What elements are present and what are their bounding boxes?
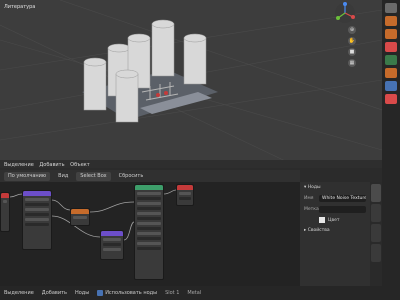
color-row: Цвет	[300, 215, 370, 225]
3d-viewport[interactable]: Литература ⊕ ✋ ■ ▦ Выделение Добавить Об…	[0, 0, 382, 168]
pan-hand-icon[interactable]: ✋	[348, 37, 356, 45]
node-socket-row	[137, 222, 161, 225]
node-socket-row	[73, 216, 87, 219]
tab-node[interactable]	[371, 184, 381, 202]
node-editor-canvas[interactable]	[0, 182, 300, 286]
node-principled-bsdf[interactable]	[134, 184, 164, 280]
node-socket-row	[103, 243, 121, 246]
node-header-bar	[135, 185, 163, 190]
tab-options[interactable]	[371, 244, 381, 262]
use-nodes-label: Использовать ноды	[105, 290, 158, 296]
menu-object[interactable]: Объект	[70, 162, 90, 168]
navigation-gizmo-icon[interactable]	[334, 2, 356, 24]
select-box-tool[interactable]: Select Box	[76, 171, 111, 181]
node-socket-row	[25, 203, 49, 206]
node-texture[interactable]	[22, 190, 52, 250]
scene-icon[interactable]	[385, 42, 397, 52]
node-header-bar	[1, 193, 9, 198]
grid-icon[interactable]: ▦	[348, 59, 356, 67]
node-socket-row	[103, 238, 121, 241]
checkbox-icon	[97, 289, 104, 296]
node-name-field[interactable]: White Noise Texture	[319, 195, 366, 202]
modifier-icon[interactable]	[385, 81, 397, 91]
camera-icon[interactable]: ■	[348, 48, 356, 56]
section-props-header[interactable]: ▸ Свойства	[300, 225, 370, 236]
node-socket-row	[25, 223, 49, 226]
node-sidebar: ▾ Ноды Имя White Noise Texture Метка Цве…	[300, 182, 370, 286]
menu-view[interactable]: Вид	[58, 170, 68, 182]
mode-dropdown[interactable]: По умолчанию	[4, 171, 51, 181]
tab-view[interactable]	[371, 224, 381, 242]
world-icon[interactable]	[385, 55, 397, 65]
node-editor-footer: Выделение Добавить Ноды Использовать нод…	[0, 286, 382, 300]
name-label: Имя	[304, 196, 314, 201]
section-node-header[interactable]: ▾ Ноды	[300, 182, 370, 193]
node-socket-row	[137, 242, 161, 245]
node-socket-row	[3, 200, 7, 203]
material-icon[interactable]	[385, 94, 397, 104]
node-socket-row	[103, 248, 121, 251]
node-socket-row	[137, 202, 161, 205]
node-socket-row	[137, 212, 161, 215]
zoom-icon[interactable]: ⊕	[348, 26, 356, 34]
node-socket-row	[137, 207, 161, 210]
node-socket-row	[137, 237, 161, 240]
node-converter[interactable]	[70, 208, 90, 226]
node-socket-row	[25, 218, 49, 221]
node-label-field[interactable]	[319, 206, 366, 213]
node-socket-row	[25, 198, 49, 201]
node-socket-row	[137, 232, 161, 235]
node-socket-row	[25, 208, 49, 211]
node-socket-row	[137, 227, 161, 230]
node-header-bar	[101, 231, 123, 236]
label-label: Метка	[304, 207, 319, 212]
blender-app: Литература ⊕ ✋ ■ ▦ Выделение Добавить Об…	[0, 0, 400, 300]
node-socket-row	[25, 213, 49, 216]
viewport-header: Выделение Добавить Объект	[0, 160, 382, 168]
node-socket-row	[137, 197, 161, 200]
sidebar-vertical-tabs	[370, 182, 382, 286]
viewport-scene	[0, 0, 382, 168]
node-socket-row	[137, 192, 161, 195]
node-socket-row	[179, 197, 191, 200]
node-socket-row	[179, 192, 191, 195]
name-row: Имя White Noise Texture	[300, 193, 370, 204]
output-icon[interactable]	[385, 29, 397, 39]
menu-reset[interactable]: Сбросить	[119, 170, 144, 182]
properties-tab-strip	[382, 0, 400, 300]
color-checkbox[interactable]	[319, 217, 325, 223]
tab-tool[interactable]	[371, 204, 381, 222]
object-icon[interactable]	[385, 68, 397, 78]
menu-nodes[interactable]: Ноды	[75, 286, 89, 300]
node-socket-row	[137, 247, 161, 250]
node-socket-row	[137, 217, 161, 220]
menu-add[interactable]: Добавить	[39, 162, 64, 168]
material-field[interactable]: Metal	[187, 286, 201, 300]
render-icon[interactable]	[385, 16, 397, 26]
node-partial[interactable]	[0, 192, 10, 232]
node-header-bar	[177, 185, 193, 190]
use-nodes-toggle[interactable]: Использовать ноды	[97, 286, 157, 300]
menu-select[interactable]: Выделение	[4, 162, 34, 168]
label-row: Метка	[300, 204, 370, 215]
section-props-title: Свойства	[307, 228, 330, 233]
window-title: Литература	[4, 4, 36, 10]
node-header-bar	[23, 191, 51, 196]
node-color-ramp[interactable]	[100, 230, 124, 260]
menu-select[interactable]: Выделение	[4, 286, 34, 300]
menu-add[interactable]: Добавить	[42, 286, 67, 300]
node-material-output[interactable]	[176, 184, 194, 206]
color-label: Цвет	[328, 217, 340, 223]
node-header-bar	[71, 209, 89, 214]
viewport-tools: ⊕ ✋ ■ ▦	[348, 26, 358, 70]
node-editor-header: По умолчанию Вид Select Box Сбросить	[0, 170, 300, 182]
section-node-title: Ноды	[307, 185, 321, 190]
slot-dropdown[interactable]: Slot 1	[165, 286, 179, 300]
tool-icon[interactable]	[385, 3, 397, 13]
